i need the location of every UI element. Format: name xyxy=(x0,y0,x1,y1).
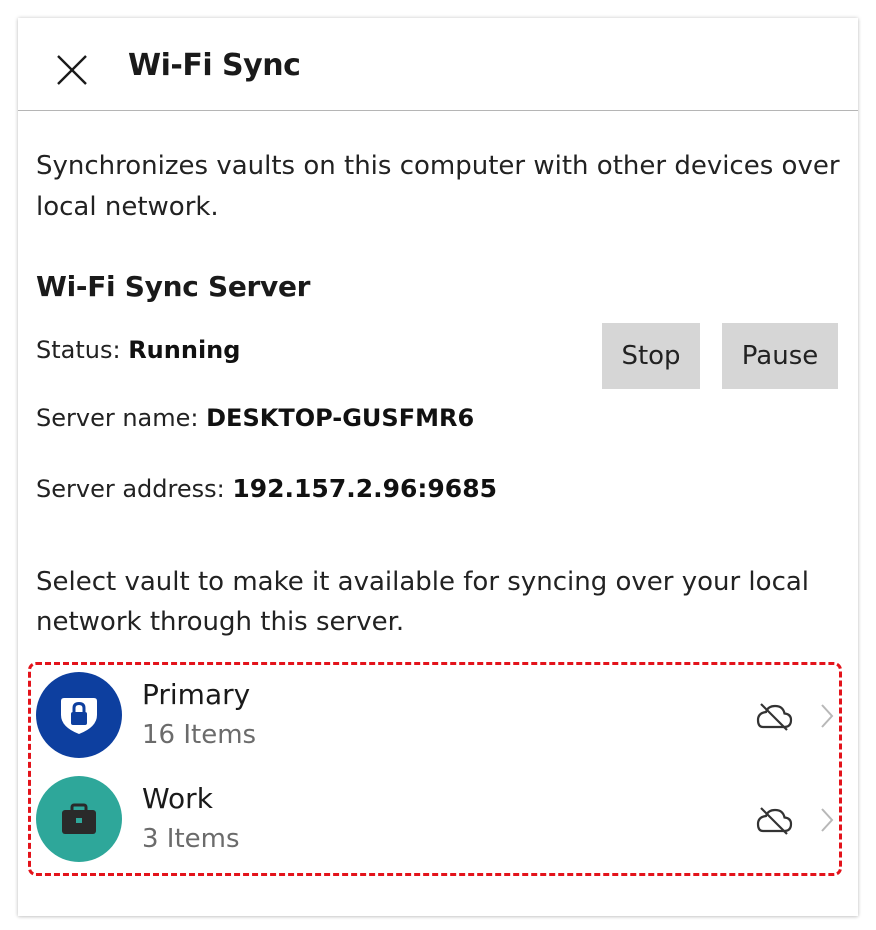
status-row: Status: Running xyxy=(36,336,240,364)
briefcase-icon xyxy=(62,803,96,834)
vault-avatar xyxy=(36,672,122,758)
server-section-title: Wi-Fi Sync Server xyxy=(36,270,311,303)
vault-item-primary[interactable]: Primary 16 Items xyxy=(36,672,836,772)
vault-count: 3 Items xyxy=(142,824,240,854)
select-vault-text: Select vault to make it available for sy… xyxy=(36,567,810,637)
server-address-value: 192.157.2.96:9685 xyxy=(232,474,497,503)
stop-button[interactable]: Stop xyxy=(602,323,700,389)
vault-name: Primary xyxy=(142,678,251,711)
vault-avatar xyxy=(36,776,122,862)
pause-button[interactable]: Pause xyxy=(722,323,838,389)
vault-item-work[interactable]: Work 3 Items xyxy=(36,776,836,876)
close-button[interactable] xyxy=(48,46,96,94)
server-name-label: Server name: xyxy=(36,404,199,432)
server-name-value: DESKTOP-GUSFMR6 xyxy=(206,404,475,432)
status-label: Status: xyxy=(36,336,121,364)
server-name-row: Server name: DESKTOP-GUSFMR6 xyxy=(36,404,474,432)
chevron-right-icon xyxy=(821,704,834,728)
vault-count: 16 Items xyxy=(142,720,257,750)
close-icon xyxy=(57,55,87,85)
wifi-sync-panel: Wi-Fi Sync Synchronizes vaults on this c… xyxy=(18,18,858,916)
page-title: Wi-Fi Sync xyxy=(128,48,301,83)
server-address-label: Server address: xyxy=(36,475,225,503)
header: Wi-Fi Sync xyxy=(18,18,858,111)
server-address-row: Server address: 192.157.2.96:9685 xyxy=(36,474,497,503)
cloud-off-icon[interactable] xyxy=(754,700,794,732)
intro-text: Synchronizes vaults on this computer wit… xyxy=(36,151,840,222)
lock-icon xyxy=(61,698,97,734)
chevron-right-icon xyxy=(821,808,834,832)
cloud-off-icon[interactable] xyxy=(754,804,794,836)
status-value: Running xyxy=(128,336,241,364)
vault-name: Work xyxy=(142,782,213,815)
